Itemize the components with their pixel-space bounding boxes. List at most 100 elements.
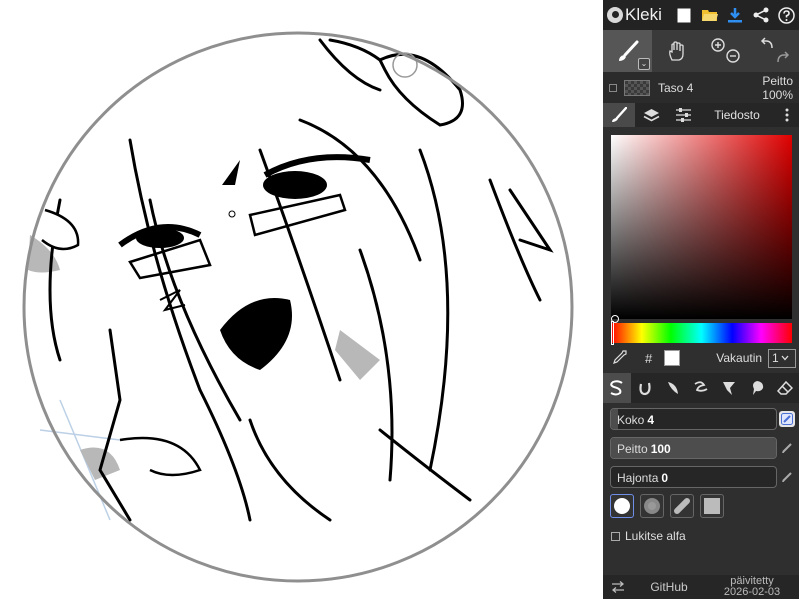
soft-tip-button[interactable] xyxy=(640,494,664,518)
stabilizer-select[interactable]: 1 xyxy=(768,348,797,368)
hand-tool-button[interactable] xyxy=(652,30,701,72)
opacity-pressure-toggle[interactable] xyxy=(779,440,795,456)
new-file-icon xyxy=(677,8,691,22)
swap-ui-side-button[interactable] xyxy=(603,581,633,593)
stabilizer-value: 1 xyxy=(772,351,779,365)
sliders-icon xyxy=(675,108,691,122)
brush-types xyxy=(603,373,799,403)
panel-tabs: Tiedosto xyxy=(603,103,799,127)
color-picker: # Vakautin 1 xyxy=(603,127,799,373)
brush-sketchy[interactable] xyxy=(659,373,687,403)
saturation-value-box[interactable] xyxy=(611,135,792,319)
pen-pressure-icon xyxy=(781,413,793,425)
opacity-slider[interactable]: Peitto 100 xyxy=(610,437,777,459)
help-button[interactable] xyxy=(774,0,799,30)
canvas-artwork xyxy=(22,31,574,583)
scatter-pressure-toggle[interactable] xyxy=(779,469,795,485)
brush-smudge[interactable] xyxy=(743,373,771,403)
kleki-logo[interactable]: Kleki xyxy=(603,5,672,25)
footer: GitHub päivitetty 2026-02-03 xyxy=(603,575,799,599)
pen-pressure-icon xyxy=(782,472,792,482)
brush-blend[interactable] xyxy=(631,373,659,403)
tab-brush[interactable] xyxy=(603,103,635,127)
tab-layers[interactable] xyxy=(635,103,667,127)
square-tip-button[interactable] xyxy=(700,494,724,518)
current-color-swatch[interactable] xyxy=(664,350,681,366)
share-button[interactable] xyxy=(748,0,773,30)
undo-icon[interactable] xyxy=(758,36,792,66)
hue-marker[interactable] xyxy=(611,321,614,345)
kleki-logo-icon xyxy=(607,7,623,23)
brush-tip-shapes xyxy=(610,494,724,518)
size-slider[interactable]: Koko 4 xyxy=(610,408,777,430)
lock-alpha-checkbox[interactable] xyxy=(611,531,620,541)
layer-row[interactable]: Taso 4 Peitto 100% xyxy=(603,72,799,103)
hue-slider[interactable] xyxy=(611,323,792,343)
logo-text: Kleki xyxy=(625,5,662,24)
layers-icon xyxy=(643,108,659,121)
eraser-icon xyxy=(777,380,793,395)
zoom-in-icon[interactable] xyxy=(709,36,743,66)
layer-name: Taso 4 xyxy=(658,80,694,95)
brush-icon xyxy=(612,107,627,122)
more-menu-button[interactable] xyxy=(775,103,799,127)
soft-tip-icon xyxy=(644,498,660,514)
brush-tool-button[interactable]: ⌄ xyxy=(603,30,652,72)
brush-eraser[interactable] xyxy=(771,373,799,403)
zoom-buttons xyxy=(701,30,750,72)
eyedropper-icon xyxy=(613,349,627,364)
hand-tool-icon xyxy=(668,41,684,61)
redo-icon xyxy=(776,51,789,63)
drawing-canvas[interactable] xyxy=(0,0,603,599)
eyedropper-button[interactable] xyxy=(613,349,627,367)
lock-alpha-label: Lukitse alfa xyxy=(625,529,686,543)
round-tip-button[interactable] xyxy=(610,494,634,518)
updated-info: päivitetty 2026-02-03 xyxy=(705,576,799,598)
brush-pen[interactable] xyxy=(603,373,631,403)
github-link[interactable]: GitHub xyxy=(633,580,705,594)
new-image-button[interactable] xyxy=(672,0,697,30)
round-tip-icon xyxy=(614,498,630,514)
tool-row: ⌄ xyxy=(603,30,799,72)
updated-date: 2026-02-03 xyxy=(723,586,781,598)
open-folder-icon xyxy=(701,10,718,21)
layer-visibility-checkbox[interactable] xyxy=(609,83,617,92)
side-panel: Kleki ⌄ Taso 4 Peitto 100% Tiedosto # Va… xyxy=(603,0,799,599)
pen-brush-icon xyxy=(610,380,623,396)
more-vertical-icon xyxy=(785,108,789,122)
share-icon xyxy=(753,7,769,23)
layer-opacity-label: Peitto xyxy=(762,73,793,88)
undo-redo-buttons xyxy=(750,30,799,72)
opacity-value: 100 xyxy=(650,442,671,456)
layer-opacity-value: 100% xyxy=(762,87,793,102)
tab-files[interactable]: Tiedosto xyxy=(699,103,775,127)
layer-thumbnail xyxy=(624,79,650,96)
size-pressure-toggle[interactable] xyxy=(779,411,795,427)
brush-pixel[interactable] xyxy=(687,373,715,403)
blend-brush-icon xyxy=(639,382,651,396)
layer-opacity: Peitto 100% xyxy=(762,74,799,102)
pixel-brush-icon xyxy=(694,381,708,392)
top-bar: Kleki xyxy=(603,0,799,30)
square-tip-icon xyxy=(704,498,720,514)
help-icon xyxy=(778,6,795,24)
tab-files-label: Tiedosto xyxy=(714,108,760,122)
download-icon xyxy=(728,8,743,23)
sketchy-brush-icon xyxy=(668,382,678,394)
chisel-tip-button[interactable] xyxy=(670,494,694,518)
save-button[interactable] xyxy=(723,0,748,30)
opacity-label: Peitto xyxy=(617,442,648,456)
scatter-slider[interactable]: Hajonta 0 xyxy=(610,466,777,488)
open-button[interactable] xyxy=(697,0,722,30)
color-tools: # Vakautin 1 xyxy=(603,346,799,370)
smudge-brush-icon xyxy=(753,381,764,395)
size-value: 4 xyxy=(647,413,655,427)
lock-alpha-row[interactable]: Lukitse alfa xyxy=(611,529,686,543)
brush-chemy[interactable] xyxy=(715,373,743,403)
tab-adjust[interactable] xyxy=(667,103,699,127)
brush-tool-menu-icon[interactable]: ⌄ xyxy=(638,58,650,70)
hex-input-button[interactable]: # xyxy=(645,351,652,366)
scatter-value: 0 xyxy=(661,471,669,485)
stabilizer-label: Vakautin xyxy=(716,351,763,365)
size-label: Koko xyxy=(617,413,645,427)
